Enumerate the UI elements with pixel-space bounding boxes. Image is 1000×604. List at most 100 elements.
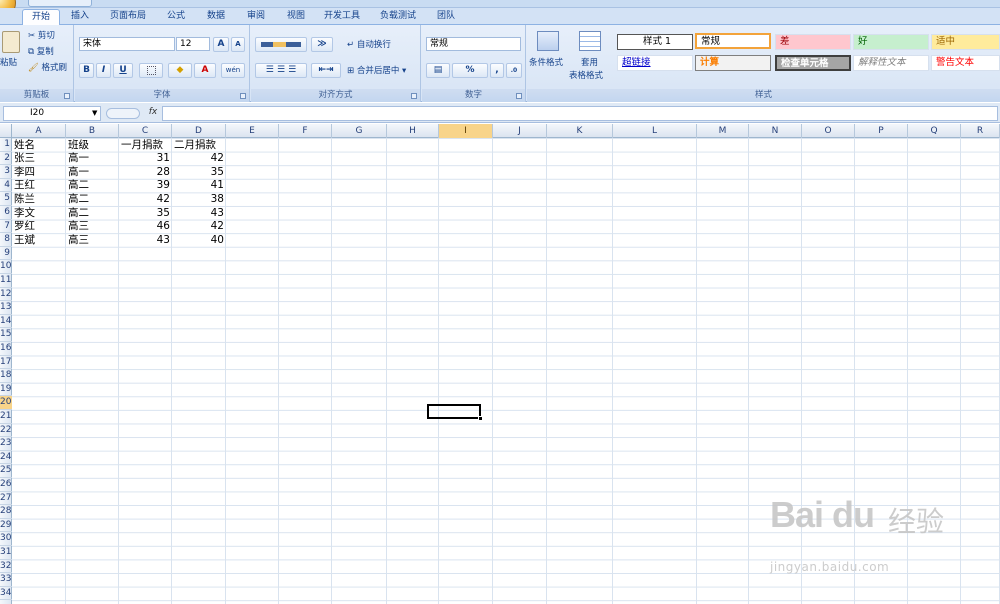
row-header-8[interactable]: 8 — [0, 233, 12, 247]
header-cell[interactable]: 一月捐款 — [119, 139, 172, 152]
italic-button[interactable]: I — [96, 63, 111, 78]
column-header-g[interactable]: G — [332, 124, 387, 138]
currency-button[interactable]: ▤ — [426, 63, 450, 78]
table-cell[interactable]: 43 — [119, 234, 172, 247]
style-cell-check[interactable]: 检查单元格 — [775, 55, 851, 71]
merge-center-button[interactable]: ⊞ 合并后居中 ▾ — [347, 65, 406, 77]
fill-handle[interactable] — [478, 416, 483, 421]
cut-button[interactable]: ✂ 剪切 — [28, 30, 55, 42]
tab-home[interactable]: 开始 — [22, 9, 60, 25]
paste-icon[interactable] — [2, 31, 20, 53]
table-cell[interactable]: 高二 — [66, 193, 119, 206]
table-cell[interactable]: 38 — [172, 193, 226, 206]
table-cell[interactable]: 高三 — [66, 220, 119, 233]
table-cell[interactable]: 张三 — [12, 152, 66, 165]
column-header-o[interactable]: O — [802, 124, 855, 138]
row-header-15[interactable]: 15 — [0, 328, 12, 342]
row-header-11[interactable]: 11 — [0, 274, 12, 288]
style-cell-warning[interactable]: 警告文本 — [931, 55, 1000, 71]
table-format-label-1[interactable]: 套用 — [581, 57, 598, 69]
table-cell[interactable]: 李四 — [12, 166, 66, 179]
row-header-21[interactable]: 21 — [0, 410, 12, 424]
row-header-22[interactable]: 22 — [0, 424, 12, 438]
insert-function-button[interactable]: fx — [146, 106, 160, 121]
row-header-31[interactable]: 31 — [0, 546, 12, 560]
active-cell-cursor[interactable] — [427, 404, 481, 419]
column-header-e[interactable]: E — [226, 124, 279, 138]
table-cell[interactable]: 李文 — [12, 207, 66, 220]
font-launcher-icon[interactable] — [240, 93, 246, 99]
column-header-l[interactable]: L — [613, 124, 697, 138]
column-header-d[interactable]: D — [172, 124, 226, 138]
shrink-font-button[interactable]: A — [231, 37, 245, 52]
row-header-25[interactable]: 25 — [0, 464, 12, 478]
row-header-28[interactable]: 28 — [0, 505, 12, 519]
table-cell[interactable]: 高三 — [66, 234, 119, 247]
row-header-27[interactable]: 27 — [0, 492, 12, 506]
row-header-32[interactable]: 32 — [0, 560, 12, 574]
table-cell[interactable]: 28 — [119, 166, 172, 179]
column-header-n[interactable]: N — [749, 124, 802, 138]
font-size-select[interactable]: 12 — [176, 37, 210, 51]
tab-view[interactable]: 视图 — [278, 9, 314, 25]
row-header-23[interactable]: 23 — [0, 437, 12, 451]
percent-button[interactable]: % — [452, 63, 488, 78]
style-cell-calculation[interactable]: 计算 — [695, 55, 771, 71]
formula-cancel-icon[interactable] — [106, 108, 140, 119]
row-header-33[interactable]: 33 — [0, 573, 12, 587]
style-cell-explanatory[interactable]: 解释性文本 — [853, 55, 929, 71]
table-cell[interactable]: 王斌 — [12, 234, 66, 247]
format-painter-button[interactable]: 🖌 格式刷 — [28, 62, 67, 74]
copy-button[interactable]: ⧉ 复制 — [28, 46, 54, 58]
table-cell[interactable]: 42 — [172, 220, 226, 233]
orientation-button[interactable]: ≫ — [311, 37, 333, 52]
row-header-14[interactable]: 14 — [0, 315, 12, 329]
row-header-1[interactable]: 1 — [0, 138, 12, 152]
row-header-16[interactable]: 16 — [0, 342, 12, 356]
bold-button[interactable]: B — [79, 63, 94, 78]
row-header-9[interactable]: 9 — [0, 247, 12, 261]
border-button[interactable] — [139, 63, 163, 78]
tab-formulas[interactable]: 公式 — [158, 9, 194, 25]
tab-page-layout[interactable]: 页面布局 — [102, 9, 154, 25]
table-cell[interactable]: 罗红 — [12, 220, 66, 233]
column-header-q[interactable]: Q — [908, 124, 961, 138]
column-header-b[interactable]: B — [66, 124, 119, 138]
tab-data[interactable]: 数据 — [198, 9, 234, 25]
row-header-5[interactable]: 5 — [0, 192, 12, 206]
number-launcher-icon[interactable] — [516, 93, 522, 99]
column-header-i[interactable]: I — [439, 124, 493, 138]
row-header-29[interactable]: 29 — [0, 519, 12, 533]
tab-load-test[interactable]: 负载测试 — [374, 9, 422, 25]
table-cell[interactable]: 高二 — [66, 207, 119, 220]
row-header-19[interactable]: 19 — [0, 383, 12, 397]
row-header-2[interactable]: 2 — [0, 152, 12, 166]
row-header-18[interactable]: 18 — [0, 369, 12, 383]
formula-input[interactable] — [162, 106, 998, 121]
style-cell-hyperlink[interactable]: 超链接 — [617, 55, 693, 71]
decimal-button[interactable]: .0 — [506, 63, 522, 78]
row-header-7[interactable]: 7 — [0, 220, 12, 234]
row-header-12[interactable]: 12 — [0, 288, 12, 302]
tab-team[interactable]: 团队 — [428, 9, 464, 25]
style-cell-good[interactable]: 好 — [853, 34, 929, 50]
row-header-24[interactable]: 24 — [0, 451, 12, 465]
name-box-dropdown-icon[interactable]: ▼ — [92, 109, 97, 117]
font-color-button[interactable]: A — [194, 63, 216, 78]
table-format-label-2[interactable]: 表格格式 — [569, 70, 603, 82]
column-header-j[interactable]: J — [493, 124, 547, 138]
column-header-r[interactable]: R — [961, 124, 1000, 138]
conditional-format-button[interactable]: 条件格式 — [529, 57, 563, 69]
style-cell-style1[interactable]: 样式 1 — [617, 34, 693, 50]
column-header-a[interactable]: A — [12, 124, 66, 138]
table-cell[interactable]: 31 — [119, 152, 172, 165]
grow-font-button[interactable]: A — [213, 37, 229, 52]
table-cell[interactable]: 35 — [172, 166, 226, 179]
row-header-3[interactable]: 3 — [0, 165, 12, 179]
table-cell[interactable]: 41 — [172, 179, 226, 192]
number-format-select[interactable]: 常规 — [426, 37, 521, 51]
quick-access-toolbar[interactable] — [28, 0, 92, 7]
column-header-p[interactable]: P — [855, 124, 908, 138]
table-cell[interactable]: 高一 — [66, 152, 119, 165]
tab-developer[interactable]: 开发工具 — [318, 9, 366, 25]
